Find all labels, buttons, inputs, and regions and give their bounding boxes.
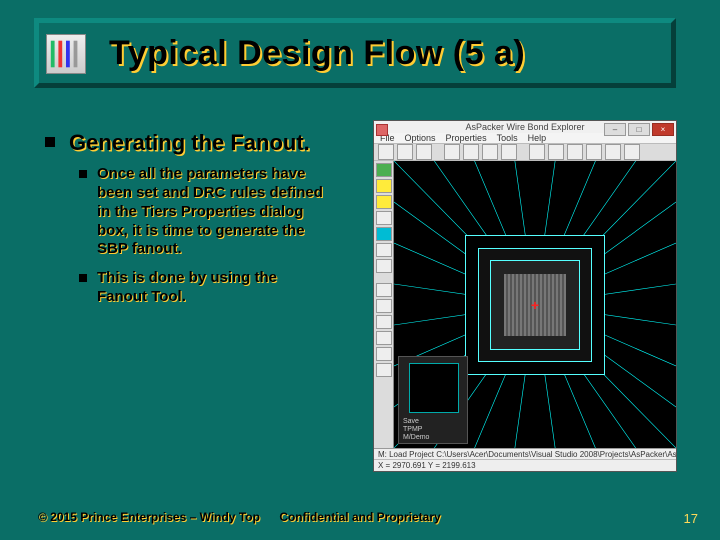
tool-button[interactable]	[376, 195, 392, 209]
sub-bullet-row: Once all the parameters have been set an…	[79, 165, 365, 259]
page-number: 17	[684, 511, 698, 526]
toolbar-button[interactable]	[567, 144, 583, 160]
maximize-button[interactable]: □	[628, 123, 650, 136]
toolbar	[374, 143, 676, 161]
side-toolbar	[374, 161, 394, 448]
workspace: + Save TPMP M/Demo	[374, 161, 676, 448]
toolbar-button[interactable]	[378, 144, 394, 160]
window-titlebar: AsPacker Wire Bond Explorer – □ ×	[374, 121, 676, 133]
tool-button[interactable]	[376, 283, 392, 297]
toolbar-button[interactable]	[463, 144, 479, 160]
status-bar-coords: X = 2970.691 Y = 2199.613	[374, 459, 676, 471]
title-icon	[46, 34, 86, 74]
tool-button[interactable]	[376, 315, 392, 329]
tool-button[interactable]	[376, 259, 392, 273]
toolbar-button[interactable]	[605, 144, 621, 160]
design-canvas[interactable]: + Save TPMP M/Demo	[394, 161, 676, 448]
menu-item[interactable]: Options	[405, 133, 436, 143]
toolbar-button[interactable]	[501, 144, 517, 160]
slide-title: Typical Design Flow (5 a)	[109, 34, 525, 73]
title-frame: Typical Design Flow (5 a)	[34, 18, 676, 88]
app-icon	[376, 124, 388, 136]
nav-preview[interactable]: Save TPMP M/Demo	[398, 356, 468, 444]
content-area: Generating the Fanout. Once all the para…	[45, 130, 365, 317]
crosshair-icon: +	[531, 297, 539, 313]
tool-button[interactable]	[376, 243, 392, 257]
footer-confidential: Confidential and Proprietary	[0, 510, 720, 524]
tool-button[interactable]	[376, 347, 392, 361]
toolbar-button[interactable]	[416, 144, 432, 160]
toolbar-button[interactable]	[529, 144, 545, 160]
heading-text: Generating the Fanout.	[69, 130, 310, 155]
tool-button[interactable]	[376, 211, 392, 225]
bullet-heading-row: Generating the Fanout.	[45, 130, 365, 155]
sub-bullet-list: Once all the parameters have been set an…	[79, 165, 365, 306]
menu-item[interactable]: Tools	[497, 133, 518, 143]
toolbar-button[interactable]	[397, 144, 413, 160]
sub-bullet-text: Once all the parameters have been set an…	[97, 165, 327, 259]
app-screenshot: AsPacker Wire Bond Explorer – □ × File O…	[373, 120, 677, 472]
toolbar-button[interactable]	[444, 144, 460, 160]
nav-labels: Save TPMP M/Demo	[403, 418, 429, 441]
tool-button[interactable]	[376, 331, 392, 345]
window-title: AsPacker Wire Bond Explorer	[465, 122, 584, 132]
status-bar-message: M: Load Project C:\Users\Acer\Documents\…	[374, 448, 676, 459]
sub-bullet-text: This is done by using the Fanout Tool.	[97, 269, 327, 307]
menu-item[interactable]: Help	[528, 133, 547, 143]
bullet-icon	[79, 274, 87, 282]
menu-item[interactable]: Properties	[446, 133, 487, 143]
tool-button[interactable]	[376, 163, 392, 177]
toolbar-button[interactable]	[624, 144, 640, 160]
tool-button[interactable]	[376, 299, 392, 313]
tool-button[interactable]	[376, 179, 392, 193]
toolbar-button[interactable]	[482, 144, 498, 160]
bullet-icon	[79, 170, 87, 178]
toolbar-button[interactable]	[548, 144, 564, 160]
tool-button[interactable]	[376, 363, 392, 377]
tool-button[interactable]	[376, 227, 392, 241]
sub-bullet-row: This is done by using the Fanout Tool.	[79, 269, 365, 307]
bullet-icon	[45, 137, 55, 147]
toolbar-button[interactable]	[586, 144, 602, 160]
minimize-button[interactable]: –	[604, 123, 626, 136]
close-button[interactable]: ×	[652, 123, 674, 136]
